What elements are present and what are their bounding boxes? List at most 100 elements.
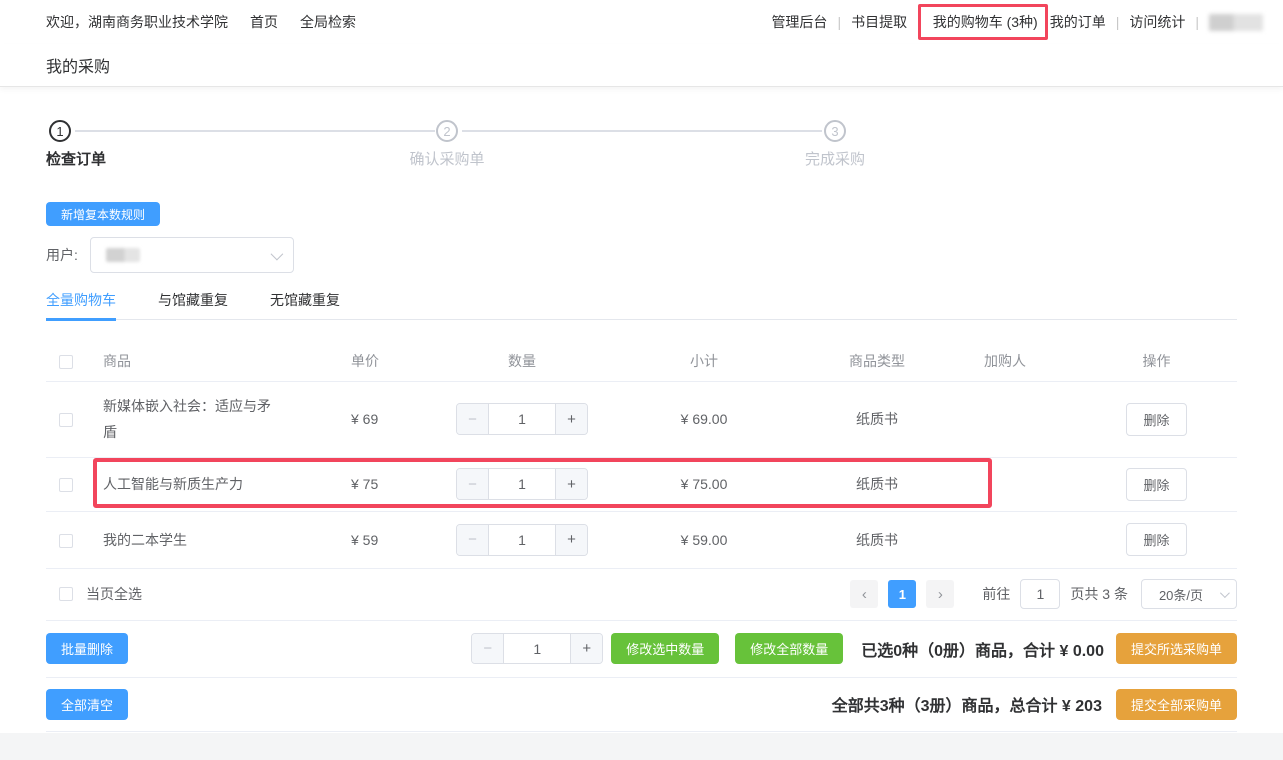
next-page-button[interactable]: › (926, 580, 954, 608)
subtotal: ¥ 59.00 (588, 511, 820, 568)
select-all-page-checkbox[interactable] (59, 587, 73, 601)
cart-table: 商品 单价 数量 小计 商品类型 加购人 操作 新媒体嵌入社会：适应与矛盾 ¥ … (46, 341, 1237, 569)
col-product: 商品 (86, 341, 334, 381)
col-subtotal: 小计 (588, 341, 820, 381)
nav-orders-link[interactable]: 我的订单 (1050, 12, 1106, 32)
table-row: 我的二本学生 ¥ 59 − + ¥ 59.00 纸质书 删除 (46, 511, 1237, 568)
submit-selected-button[interactable]: 提交所选采购单 (1116, 633, 1237, 664)
nav-book-extract-link[interactable]: 书目提取 (851, 12, 907, 32)
top-nav: 欢迎，湖南商务职业技术学院 首页 全局检索 管理后台 | 书目提取 | 我的购物… (0, 0, 1283, 44)
product-title: 人工智能与新质生产力 (86, 457, 334, 511)
tab-no-duplicate-with-collection[interactable]: 无馆藏重复 (270, 290, 340, 321)
select-all-header-checkbox[interactable] (59, 355, 73, 369)
product-type: 纸质书 (820, 381, 934, 457)
step-1-label: 检查订单 (46, 148, 106, 169)
delete-button[interactable]: 删除 (1126, 468, 1186, 501)
product-title: 我的二本学生 (86, 511, 334, 568)
step-3-circle: 3 (824, 120, 846, 142)
update-selected-quantity-button[interactable]: 修改选中数量 (611, 633, 719, 664)
table-header-row: 商品 单价 数量 小计 商品类型 加购人 操作 (46, 341, 1237, 381)
step-line (75, 130, 435, 132)
unit-price: ¥ 75 (334, 457, 456, 511)
increase-quantity-button[interactable]: + (555, 525, 587, 555)
page-title: 我的采购 (46, 53, 110, 77)
page-size-select[interactable]: 20条/页 (1141, 579, 1237, 609)
unit-price: ¥ 59 (334, 511, 456, 568)
nav-cart-link[interactable]: 我的购物车 (3种) (933, 14, 1038, 30)
page-size-value: 20条/页 (1159, 585, 1203, 604)
increase-quantity-button[interactable]: + (555, 469, 587, 499)
goto-page-label: 前往 (982, 584, 1010, 604)
added-by (934, 381, 1076, 457)
col-added-by: 加购人 (934, 341, 1076, 381)
nav-global-search-link[interactable]: 全局检索 (300, 12, 356, 32)
step-2-label: 确认采购单 (409, 148, 484, 169)
table-row: 新媒体嵌入社会：适应与矛盾 ¥ 69 − + ¥ 69.00 纸质书 删除 (46, 381, 1237, 457)
user-select-label: 用户: (46, 245, 90, 265)
redacted-username (1209, 14, 1263, 31)
title-bar: 我的采购 (0, 44, 1283, 87)
nav-home-link[interactable]: 首页 (250, 12, 278, 32)
welcome-text: 欢迎，湖南商务职业技术学院 (46, 12, 228, 32)
col-action: 操作 (1076, 341, 1237, 381)
selected-action-bar: 批量删除 − + 修改选中数量 修改全部数量 已选0种（0册）商品，合计 ¥ 0… (46, 621, 1237, 678)
clear-all-button[interactable]: 全部清空 (46, 689, 128, 720)
bulk-quantity-stepper: − + (471, 633, 603, 664)
decrease-quantity-button[interactable]: − (472, 634, 504, 663)
table-row: 人工智能与新质生产力 ¥ 75 − + ¥ 75.00 纸质书 删除 (46, 457, 1237, 511)
bulk-quantity-input[interactable] (504, 634, 570, 663)
nav-separator: | (1116, 14, 1120, 30)
decrease-quantity-button[interactable]: − (457, 404, 489, 434)
nav-separator: | (837, 14, 841, 30)
product-title: 新媒体嵌入社会：适应与矛盾 (86, 381, 334, 457)
quantity-input[interactable] (489, 469, 555, 499)
delete-button[interactable]: 删除 (1126, 523, 1186, 556)
total-count-label: 页共 3 条 (1070, 584, 1128, 604)
increase-quantity-button[interactable]: + (570, 634, 602, 663)
step-3-label: 完成采购 (805, 148, 865, 169)
col-unit-price: 单价 (334, 341, 456, 381)
col-product-type: 商品类型 (820, 341, 934, 381)
tab-full-cart[interactable]: 全量购物车 (46, 290, 116, 321)
page-bottom-strip (0, 733, 1283, 760)
table-footer: 当页全选 ‹ 1 › 前往 页共 3 条 20条/页 (46, 569, 1237, 621)
nav-admin-link[interactable]: 管理后台 (771, 12, 827, 32)
quantity-input[interactable] (489, 525, 555, 555)
col-quantity: 数量 (456, 341, 588, 381)
subtotal: ¥ 75.00 (588, 457, 820, 511)
selected-summary: 已选0种（0册）商品，合计 ¥ 0.00 (861, 637, 1104, 661)
tab-duplicate-with-collection[interactable]: 与馆藏重复 (158, 290, 228, 321)
unit-price: ¥ 69 (334, 381, 456, 457)
chevron-down-icon (271, 248, 284, 261)
step-line (462, 130, 822, 132)
row-checkbox[interactable] (59, 478, 73, 492)
submit-all-button[interactable]: 提交全部采购单 (1116, 689, 1237, 720)
row-checkbox[interactable] (59, 413, 73, 427)
subtotal: ¥ 69.00 (588, 381, 820, 457)
nav-separator: | (917, 14, 921, 30)
increase-quantity-button[interactable]: + (555, 404, 587, 434)
batch-delete-button[interactable]: 批量删除 (46, 633, 128, 664)
decrease-quantity-button[interactable]: − (457, 525, 489, 555)
quantity-stepper: − + (456, 468, 588, 500)
step-1-circle: 1 (49, 120, 71, 142)
pagination: ‹ 1 › 前往 页共 3 条 20条/页 (850, 579, 1237, 609)
update-all-quantity-button[interactable]: 修改全部数量 (735, 633, 843, 664)
quantity-input[interactable] (489, 404, 555, 434)
cart-tabs: 全量购物车 与馆藏重复 无馆藏重复 (46, 290, 1237, 320)
goto-page-input[interactable] (1020, 579, 1060, 609)
user-select[interactable] (90, 237, 294, 273)
prev-page-button[interactable]: ‹ (850, 580, 878, 608)
add-copy-rule-button[interactable]: 新增复本数规则 (46, 202, 160, 226)
nav-visit-stats-link[interactable]: 访问统计 (1129, 12, 1185, 32)
quantity-stepper: − + (456, 524, 588, 556)
chevron-down-icon (1220, 588, 1230, 598)
step-2-circle: 2 (436, 120, 458, 142)
select-all-label: 当页全选 (86, 584, 142, 604)
row-checkbox[interactable] (59, 534, 73, 548)
product-type: 纸质书 (820, 457, 934, 511)
decrease-quantity-button[interactable]: − (457, 469, 489, 499)
delete-button[interactable]: 删除 (1126, 403, 1186, 436)
all-action-bar: 全部清空 全部共3种（3册）商品，总合计 ¥ 203 提交全部采购单 (46, 678, 1237, 732)
current-page-button[interactable]: 1 (888, 580, 916, 608)
